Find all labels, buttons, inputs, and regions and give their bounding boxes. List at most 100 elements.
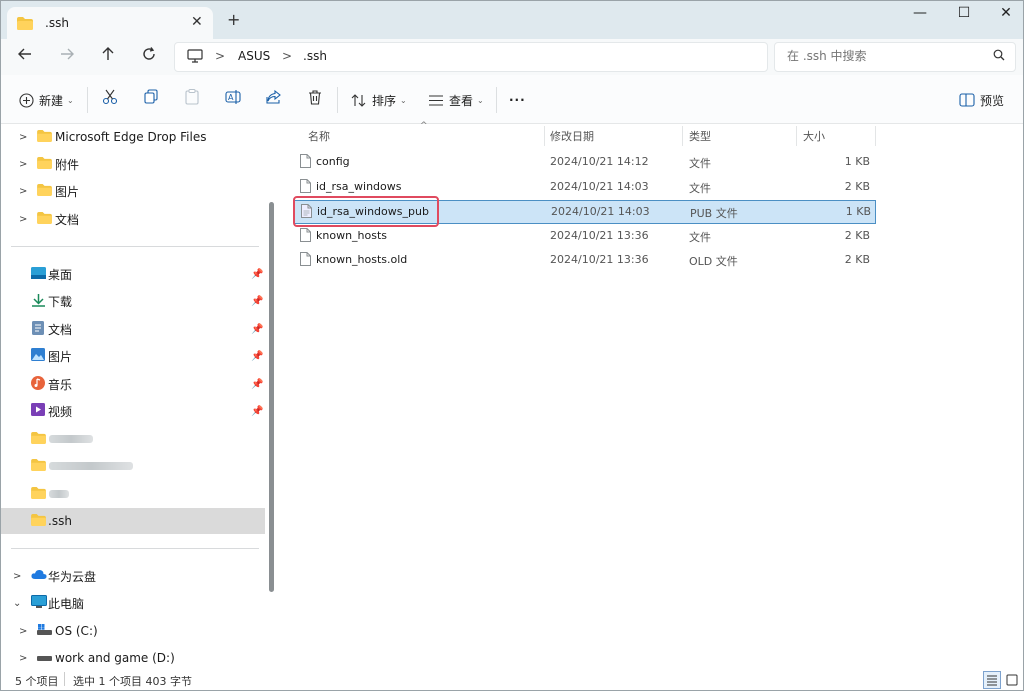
chevron-right-icon: >: [215, 49, 226, 63]
preview-label: 预览: [980, 93, 1005, 108]
nav-item-edge-drop-files[interactable]: > Microsoft Edge Drop Files: [1, 124, 265, 150]
chevron-right-icon[interactable]: >: [19, 626, 27, 637]
nav-item-pinned-folder[interactable]: [1, 426, 265, 452]
column-header-type[interactable]: 类型: [689, 124, 711, 148]
nav-item-downloads[interactable]: 下载 📌: [1, 288, 265, 314]
chevron-right-icon[interactable]: >: [13, 571, 21, 582]
chevron-right-icon[interactable]: >: [19, 653, 27, 664]
file-explorer-window: .ssh ✕ + — ☐ ✕ > ASUS > .ssh 在 .ssh 中搜索 …: [0, 0, 1024, 691]
up-arrow-icon[interactable]: [98, 47, 118, 65]
details-view-button[interactable]: [983, 671, 1001, 689]
view-button[interactable]: 查看 ⌄: [428, 89, 484, 111]
column-header-size[interactable]: 大小: [803, 124, 825, 148]
redacted-label: [49, 490, 69, 498]
nav-item-drive-c[interactable]: > OS (C:): [1, 618, 265, 644]
selection-info: 选中 1 个项目 403 字节: [73, 675, 192, 688]
nav-item-label: 此电脑: [48, 596, 85, 611]
rename-icon[interactable]: A: [222, 89, 244, 111]
maximize-button[interactable]: ☐: [949, 5, 979, 21]
delete-icon[interactable]: [304, 89, 326, 111]
back-arrow-icon[interactable]: [15, 47, 35, 65]
nav-item-pinned-folder[interactable]: [1, 453, 265, 479]
chevron-down-icon[interactable]: ⌄: [13, 598, 21, 609]
close-tab-icon[interactable]: ✕: [191, 14, 203, 30]
divider: [496, 87, 497, 113]
chevron-right-icon[interactable]: >: [19, 159, 27, 170]
nav-scrollbar[interactable]: [269, 202, 274, 592]
nav-item-pictures[interactable]: 图片 📌: [1, 343, 265, 369]
pin-icon[interactable]: 📌: [251, 324, 263, 335]
sort-button[interactable]: 排序 ⌄: [351, 89, 407, 111]
nav-item-documents[interactable]: 文档 📌: [1, 316, 265, 342]
navigation-pane: > Microsoft Edge Drop Files > 附件 > 图片 > …: [1, 124, 277, 669]
column-header-name[interactable]: 名称: [308, 124, 330, 148]
column-divider[interactable]: [875, 126, 876, 146]
nav-item-music[interactable]: 音乐 📌: [1, 371, 265, 397]
file-size: 1 KB: [844, 155, 870, 168]
folder-icon: [31, 513, 46, 529]
nav-item-videos[interactable]: 视频 📌: [1, 398, 265, 424]
file-row-known-hosts[interactable]: known_hosts 2024/10/21 13:36 文件 2 KB: [294, 225, 874, 247]
nav-item-label: 图片: [55, 184, 80, 199]
search-box[interactable]: [774, 42, 1016, 72]
video-icon: [31, 403, 45, 419]
column-divider[interactable]: [796, 126, 797, 146]
file-type: 文件: [689, 157, 711, 170]
chevron-right-icon[interactable]: >: [19, 132, 27, 143]
pin-icon[interactable]: 📌: [251, 406, 263, 417]
breadcrumb-ssh[interactable]: .ssh: [303, 49, 327, 63]
share-icon[interactable]: [263, 89, 285, 111]
folder-icon: [37, 129, 52, 145]
chevron-right-icon[interactable]: >: [19, 214, 27, 225]
nav-item-documents-folder[interactable]: > 文档: [1, 206, 265, 232]
column-header-date[interactable]: 修改日期: [550, 124, 594, 148]
sort-label: 排序: [372, 93, 397, 108]
search-input[interactable]: [785, 48, 989, 64]
tiles-view-button[interactable]: [1003, 671, 1021, 689]
column-divider[interactable]: [682, 126, 683, 146]
nav-item-label: 附件: [55, 157, 80, 172]
nav-item-attachments[interactable]: > 附件: [1, 151, 265, 177]
file-size: 2 KB: [844, 180, 870, 193]
pin-icon[interactable]: 📌: [251, 379, 263, 390]
nav-item-pictures-folder[interactable]: > 图片: [1, 178, 265, 204]
minimize-button[interactable]: —: [905, 5, 935, 21]
file-row-id-rsa-windows[interactable]: id_rsa_windows 2024/10/21 14:03 文件 2 KB: [294, 176, 874, 198]
more-options-button[interactable]: ···: [509, 89, 526, 111]
search-icon: [993, 49, 1005, 64]
forward-arrow-icon[interactable]: [57, 47, 77, 65]
address-bar[interactable]: > ASUS > .ssh: [174, 42, 768, 72]
drive-icon: [37, 651, 52, 665]
tab-ssh[interactable]: .ssh ✕: [7, 7, 213, 39]
nav-item-desktop[interactable]: 桌面 📌: [1, 261, 265, 287]
breadcrumb-asus[interactable]: ASUS: [238, 49, 270, 63]
nav-item-ssh[interactable]: .ssh: [1, 508, 265, 534]
file-type: 文件: [689, 231, 711, 244]
cut-icon[interactable]: [99, 89, 121, 111]
nav-item-label: 文档: [55, 212, 80, 227]
column-divider[interactable]: [544, 126, 545, 146]
new-tab-button[interactable]: +: [227, 10, 240, 29]
file-row-known-hosts-old[interactable]: known_hosts.old 2024/10/21 13:36 OLD 文件 …: [294, 249, 874, 271]
pin-icon[interactable]: 📌: [251, 296, 263, 307]
nav-item-label: 华为云盘: [48, 569, 97, 584]
pin-icon[interactable]: 📌: [251, 351, 263, 362]
file-date: 2024/10/21 14:03: [550, 180, 649, 193]
nav-item-drive-d[interactable]: > work and game (D:): [1, 645, 265, 671]
divider: [11, 246, 259, 247]
pin-icon[interactable]: 📌: [251, 269, 263, 280]
file-row-config[interactable]: config 2024/10/21 14:12 文件 1 KB: [294, 151, 874, 173]
nav-item-this-pc[interactable]: ⌄ 此电脑: [1, 590, 265, 616]
refresh-icon[interactable]: [139, 47, 159, 65]
view-label: 查看: [449, 93, 474, 108]
new-button[interactable]: 新建 ⌄: [19, 89, 74, 111]
pc-icon: [31, 594, 47, 612]
preview-button[interactable]: 预览: [959, 89, 1004, 111]
nav-item-huawei-cloud[interactable]: > 华为云盘: [1, 563, 265, 589]
close-window-button[interactable]: ✕: [991, 5, 1021, 21]
paste-icon[interactable]: [181, 89, 203, 111]
copy-icon[interactable]: [140, 89, 162, 111]
file-name: id_rsa_windows: [316, 180, 402, 193]
chevron-right-icon[interactable]: >: [19, 186, 27, 197]
nav-item-pinned-folder[interactable]: [1, 481, 265, 507]
